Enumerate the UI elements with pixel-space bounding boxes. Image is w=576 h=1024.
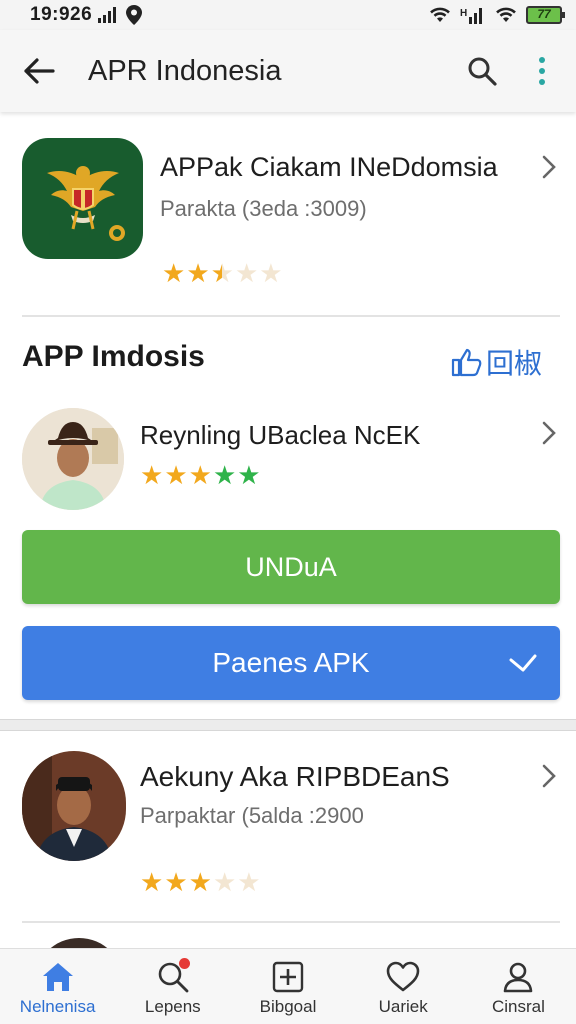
- apk-button-label: Paenes APK: [212, 647, 370, 678]
- featured-app-icon: [22, 138, 143, 259]
- battery-label: 77: [537, 7, 551, 21]
- nav-item-profile[interactable]: Cinsral: [461, 949, 576, 1024]
- more-options-button[interactable]: [512, 41, 572, 101]
- nav-label: Bibgoal: [259, 997, 317, 1016]
- featured-app-title: APPak Ciakam INeDdomsia: [160, 152, 498, 182]
- home-icon: [42, 963, 73, 991]
- featured-app-subtitle: Parakta (3eda :3009): [160, 196, 367, 221]
- search-button[interactable]: [452, 41, 512, 101]
- check-icon: [509, 654, 537, 672]
- star-icon: ★: [188, 867, 212, 897]
- second-app-chevron[interactable]: [534, 761, 564, 791]
- location-icon: [126, 5, 143, 25]
- star-icon: ★: [140, 460, 163, 490]
- person-photo: [22, 408, 124, 510]
- more-vert-icon: [539, 57, 545, 85]
- star-icon: ★: [259, 258, 282, 288]
- star-icon: ★: [210, 258, 234, 288]
- app-bar: APR Indonesia: [0, 30, 576, 112]
- apk-button[interactable]: Paenes APK: [22, 626, 560, 700]
- chevron-right-icon: [542, 421, 556, 445]
- nav-item-home[interactable]: Nelnenisa: [0, 949, 115, 1024]
- featured-app-chevron[interactable]: [534, 152, 564, 182]
- divider: [22, 921, 560, 923]
- chevron-right-icon: [542, 155, 556, 179]
- nav-label: Cinsral: [491, 997, 545, 1016]
- star-icon: ★: [188, 460, 212, 490]
- heart-icon: [386, 961, 420, 992]
- app-bar-actions: [452, 41, 576, 101]
- status-bar: 19:926 H 77: [0, 0, 576, 30]
- wifi-icon: [430, 7, 450, 22]
- nav-item-add[interactable]: Bibgoal: [230, 949, 345, 1024]
- star-icon: ★: [234, 258, 258, 288]
- section-title: APP Imdosis: [22, 340, 205, 373]
- garuda-emblem-icon: [46, 165, 125, 241]
- download-button-label: UNDuA: [245, 551, 337, 582]
- wifi-icon-secondary: [496, 7, 516, 22]
- star-icon: ★: [237, 460, 260, 490]
- star-icon: ★: [186, 258, 209, 288]
- star-icon: ★: [164, 460, 187, 490]
- back-button[interactable]: [4, 30, 74, 112]
- section-action-label: 回椒: [486, 348, 543, 379]
- page-title: APR Indonesia: [88, 54, 282, 87]
- developer-rating: ★ ★ ★ ★ ★: [140, 460, 261, 490]
- developer-row[interactable]: Reynling UBaclea NcEK ★ ★ ★ ★ ★: [0, 402, 576, 512]
- search-icon: [468, 57, 497, 86]
- developer-avatar: [22, 408, 124, 510]
- battery-icon: 77: [526, 6, 565, 24]
- star-icon: ★: [212, 867, 236, 897]
- status-right-icons: H 77: [428, 6, 565, 24]
- nav-item-search[interactable]: Lepens: [115, 949, 230, 1024]
- star-icon: ★: [140, 867, 163, 897]
- svg-text:H: H: [460, 8, 467, 19]
- second-app-row[interactable]: Aekuny Aka RIPBDEanS Parpaktar (5alda :2…: [0, 731, 576, 921]
- featured-app-rating: ★ ★ ★ ★ ★: [162, 258, 283, 288]
- star-icon: ★: [164, 867, 187, 897]
- second-app-rating: ★ ★ ★ ★ ★: [140, 867, 261, 897]
- star-icon: ★: [237, 867, 260, 897]
- divider: [22, 315, 560, 317]
- nav-label: Nelnenisa: [19, 997, 96, 1016]
- nav-label: Uariek: [378, 997, 428, 1016]
- star-icon: ★: [212, 460, 236, 490]
- section-action-button[interactable]: 回椒: [450, 342, 542, 382]
- chevron-right-icon: [542, 764, 556, 788]
- star-icon: ★: [162, 258, 185, 288]
- person-photo: [22, 751, 126, 861]
- person-icon: [504, 962, 533, 993]
- second-app-title: Aekuny Aka RIPBDEanS: [140, 761, 450, 792]
- plus-box-icon: [272, 961, 304, 993]
- back-arrow-icon: [24, 58, 55, 84]
- download-button[interactable]: UNDuA: [22, 530, 560, 604]
- featured-app-row[interactable]: APPak Ciakam INeDdomsia Parakta (3eda :3…: [0, 112, 576, 312]
- data-signal-icon: H: [460, 8, 482, 24]
- app-detail-card: APPak Ciakam INeDdomsia Parakta (3eda :3…: [0, 112, 576, 720]
- nav-item-favorites[interactable]: Uariek: [346, 949, 461, 1024]
- developer-chevron[interactable]: [534, 418, 564, 448]
- signal-icon: [98, 7, 117, 23]
- developer-name: Reynling UBaclea NcEK: [140, 420, 421, 450]
- status-left-icons: [98, 5, 143, 25]
- second-app-avatar: [22, 751, 126, 861]
- status-time: 19:926: [30, 4, 93, 25]
- bottom-navigation: Nelnenisa Lepens Bibgoal Uariek Cinsral: [0, 948, 576, 1024]
- second-app-subtitle: Parpaktar (5alda :2900: [140, 803, 364, 828]
- nav-label: Lepens: [144, 997, 201, 1016]
- second-app-card: Aekuny Aka RIPBDEanS Parpaktar (5alda :2…: [0, 730, 576, 950]
- thumbs-up-icon: [451, 348, 482, 377]
